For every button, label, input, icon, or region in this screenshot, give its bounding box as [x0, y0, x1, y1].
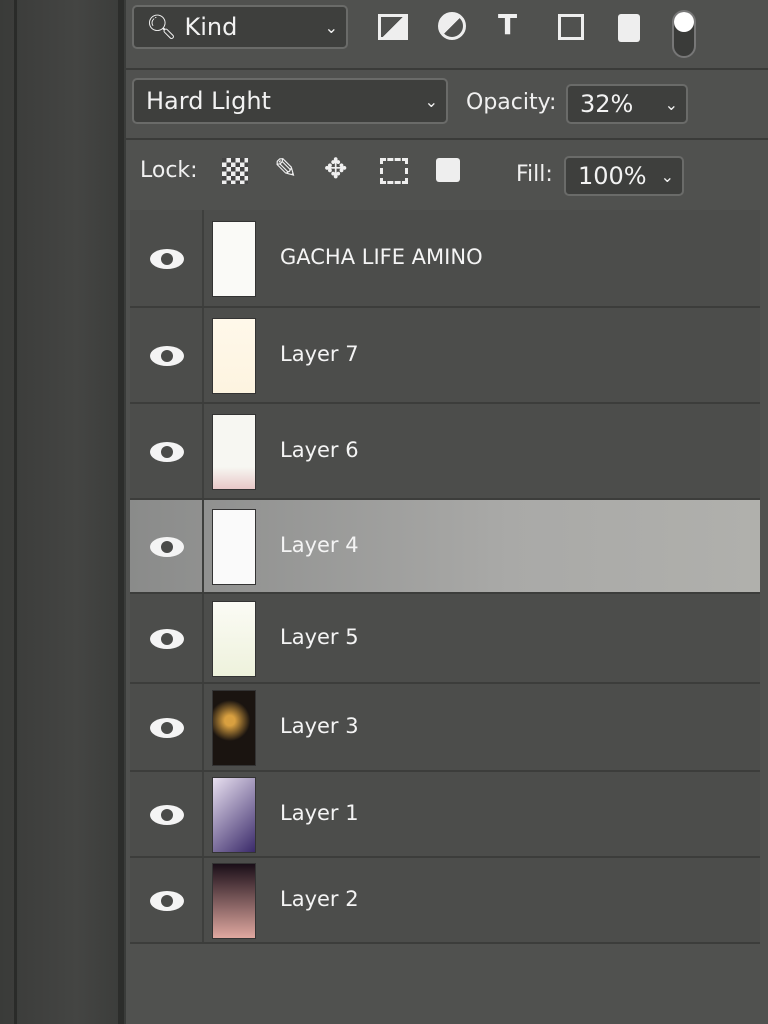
chevron-down-icon[interactable]: ⌄ [661, 167, 674, 186]
layer-name: Layer 1 [280, 801, 359, 825]
layer-row[interactable]: Layer 5 [130, 594, 760, 684]
blend-mode-select[interactable]: Hard Light ⌄ [132, 78, 448, 124]
layer-name: Layer 4 [280, 533, 359, 557]
layer-row[interactable]: Layer 3 [130, 684, 760, 772]
filter-bar: 🔍︎ Kind ⌄ T [126, 0, 768, 70]
adjustment-filter-icon[interactable] [438, 12, 466, 40]
lock-transparent-icon[interactable] [222, 158, 248, 184]
filter-toggle[interactable] [672, 10, 696, 58]
lock-artboard-icon[interactable] [380, 158, 408, 184]
layer-row[interactable]: Layer 2 [130, 858, 760, 944]
smart-object-filter-icon[interactable] [618, 14, 640, 42]
layer-name: Layer 2 [280, 887, 359, 911]
lock-image-icon[interactable]: ✎ [274, 152, 297, 185]
visibility-eye-icon[interactable] [150, 629, 184, 649]
fill-label: Fill: [516, 162, 553, 187]
visibility-eye-icon[interactable] [150, 346, 184, 366]
layer-name: Layer 7 [280, 342, 359, 366]
search-icon: 🔍︎ [146, 13, 177, 41]
layer-thumbnail [212, 690, 256, 766]
layer-thumbnail [212, 777, 256, 853]
type-filter-icon[interactable]: T [498, 8, 517, 41]
layer-row[interactable]: Layer 1 [130, 772, 760, 858]
layer-name: GACHA LIFE AMINO [280, 245, 483, 269]
layer-row[interactable]: Layer 7 [130, 308, 760, 404]
fill-input[interactable]: 100% ⌄ [564, 156, 684, 196]
visibility-eye-icon[interactable] [150, 891, 184, 911]
lock-bar: Lock: ✎ ✥ Fill: 100% ⌄ [126, 140, 768, 208]
layers-panel: 🔍︎ Kind ⌄ T Hard Light ⌄ Opacity: 32% ⌄ Loc… [126, 0, 768, 1024]
layer-name: Layer 6 [280, 438, 359, 462]
chevron-down-icon[interactable]: ⌄ [665, 95, 678, 114]
lock-position-icon[interactable]: ✥ [324, 152, 347, 185]
layer-row[interactable]: Layer 6 [130, 404, 760, 500]
layer-thumbnail [212, 318, 256, 394]
visibility-eye-icon[interactable] [150, 718, 184, 738]
layer-row[interactable]: Layer 4 [130, 500, 760, 594]
layer-thumbnail [212, 601, 256, 677]
layer-thumbnail [212, 863, 256, 939]
opacity-input[interactable]: 32% ⌄ [566, 84, 688, 124]
chevron-down-icon: ⌄ [424, 91, 438, 111]
layer-thumbnail [212, 414, 256, 490]
canvas-edge [0, 0, 128, 1024]
layer-name: Layer 3 [280, 714, 359, 738]
visibility-eye-icon[interactable] [150, 249, 184, 269]
visibility-eye-icon[interactable] [150, 805, 184, 825]
blend-bar: Hard Light ⌄ Opacity: 32% ⌄ [126, 70, 768, 140]
image-filter-icon[interactable] [378, 14, 408, 40]
opacity-label: Opacity: [466, 90, 557, 115]
layer-name: Layer 5 [280, 625, 359, 649]
lock-all-icon[interactable] [436, 158, 460, 182]
shape-filter-icon[interactable] [558, 14, 584, 40]
layer-thumbnail [212, 509, 256, 585]
layer-row[interactable]: GACHA LIFE AMINO [130, 210, 760, 308]
visibility-eye-icon[interactable] [150, 442, 184, 462]
kind-filter-select[interactable]: 🔍︎ Kind ⌄ [132, 5, 348, 49]
visibility-eye-icon[interactable] [150, 537, 184, 557]
layer-thumbnail [212, 221, 256, 297]
chevron-down-icon: ⌄ [324, 17, 338, 37]
